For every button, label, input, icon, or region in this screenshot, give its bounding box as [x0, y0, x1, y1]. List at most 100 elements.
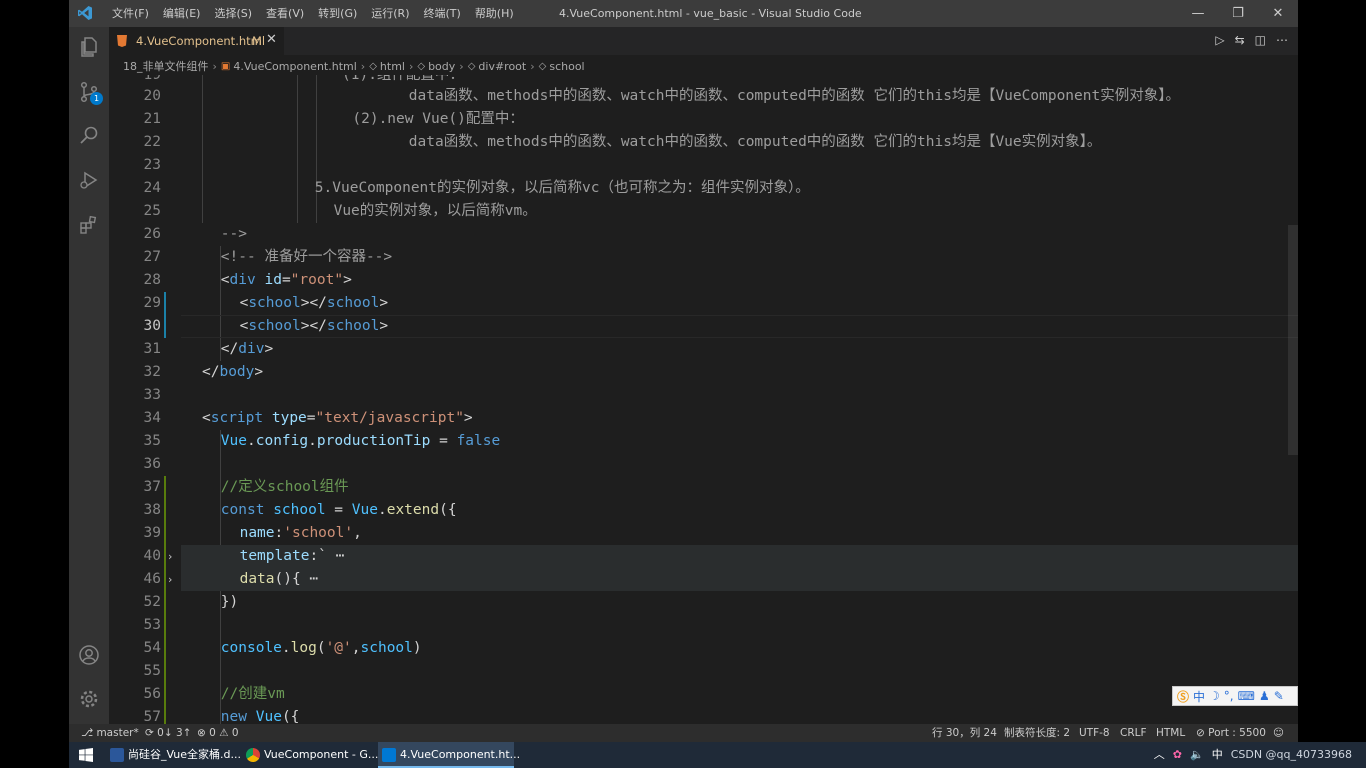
code-line[interactable]: <school></school> [240, 315, 388, 338]
split-editor-icon[interactable]: ◫ [1255, 33, 1266, 47]
menu-file[interactable]: 文件(F) [105, 0, 156, 27]
line-number: 34 [143, 410, 161, 426]
code-line[interactable]: Vue的实例对象，以后简称vm。 [334, 200, 537, 223]
code-line[interactable]: Vue.config.productionTip = false [221, 430, 500, 453]
line-number: 28 [143, 272, 161, 288]
tab-close-icon[interactable]: ✕ [266, 32, 277, 47]
tray-arrow-icon[interactable]: ︿ [1154, 742, 1165, 768]
code-editor[interactable]: 19 20 21 22 23 24 25 26 27 28 29 30 31 32 33 34 35 36 37 38… [109, 75, 1298, 724]
html-file-icon: ▣ [220, 60, 231, 72]
code-line[interactable]: data函数、methods中的函数、watch中的函数、computed中的函… [409, 131, 1102, 154]
code-line[interactable]: data(){ ⋯ [240, 568, 319, 591]
windows-taskbar: 尚硅谷_Vue全家桶.d... VueComponent - G... 4.Vu… [69, 742, 1366, 768]
tray-ime[interactable]: 中 [1212, 742, 1223, 768]
code-line[interactable]: <script type="text/javascript"> [202, 407, 473, 430]
code-line[interactable]: (2).new Vue()配置中： [352, 108, 524, 131]
code-line[interactable]: </div> [221, 338, 273, 361]
account-icon[interactable] [77, 643, 101, 667]
ime-toolbar[interactable]: Ⓢ 中 ☽ °, ⌨ ♟ ✎ [1172, 686, 1298, 706]
git-branch[interactable]: ⎇ master* [81, 724, 139, 742]
problems-status[interactable]: ⊗ 0 ⚠ 0 [197, 724, 239, 742]
taskbar-vscode[interactable]: 4.VueComponent.ht... [378, 742, 520, 768]
line-number: 31 [143, 341, 161, 357]
volume-icon[interactable]: 🔈 [1190, 742, 1204, 768]
tray-app-icon[interactable]: ✿ [1173, 742, 1182, 768]
menu-go[interactable]: 转到(G) [311, 0, 364, 27]
line-number: 52 [143, 594, 161, 610]
ime-settings-icon: ✎ [1273, 689, 1284, 703]
run-icon[interactable]: ▷ [1215, 33, 1224, 47]
indent-guide [297, 75, 298, 223]
ime-language[interactable]: 中 [1193, 688, 1205, 705]
menu-view[interactable]: 查看(V) [259, 0, 311, 27]
minimize-button[interactable]: — [1178, 0, 1218, 27]
line-number: 39 [143, 525, 161, 541]
code-line[interactable]: <!-- 准备好一个容器--> [221, 246, 392, 269]
breadcrumb-html[interactable]: html [380, 60, 405, 73]
word-icon [110, 748, 124, 762]
language-mode[interactable]: HTML [1156, 724, 1185, 742]
taskbar-word[interactable]: 尚硅谷_Vue全家桶.d... [106, 742, 241, 768]
menu-terminal[interactable]: 终端(T) [417, 0, 468, 27]
activity-bar: 1 [69, 27, 109, 724]
line-number: 46 [143, 571, 161, 587]
code-line[interactable]: data函数、methods中的函数、watch中的函数、computed中的函… [409, 85, 1180, 108]
encoding[interactable]: UTF-8 [1079, 724, 1110, 742]
indent-guide [316, 75, 317, 223]
code-line[interactable]: <school></school> [240, 292, 388, 315]
breadcrumb-div-root[interactable]: div#root [478, 60, 526, 73]
code-line[interactable]: }) [221, 591, 238, 614]
run-debug-icon[interactable] [77, 168, 101, 192]
line-number: 23 [143, 157, 161, 173]
settings-gear-icon[interactable] [77, 687, 101, 711]
code-line[interactable]: </body> [202, 361, 263, 384]
taskbar-chrome[interactable]: VueComponent - G... [242, 742, 378, 768]
line-number: 21 [143, 111, 161, 127]
code-line[interactable]: <div id="root"> [221, 269, 352, 292]
line-number: 37 [143, 479, 161, 495]
vertical-scrollbar[interactable] [1288, 225, 1298, 455]
extensions-icon[interactable] [77, 213, 101, 237]
element-icon: ◇ [417, 60, 426, 72]
menu-selection[interactable]: 选择(S) [207, 0, 259, 27]
start-button[interactable] [69, 742, 103, 768]
menu-help[interactable]: 帮助(H) [468, 0, 521, 27]
menu-edit[interactable]: 编辑(E) [156, 0, 208, 27]
code-line[interactable]: console.log('@',school) [221, 637, 422, 660]
tab-4-vuecomponent-html[interactable]: 4.VueComponent.html M ✕ [109, 27, 284, 55]
menu-run[interactable]: 运行(R) [364, 0, 416, 27]
source-control-icon[interactable]: 1 [77, 80, 103, 105]
ime-punct-icon: °, [1223, 689, 1234, 703]
code-line[interactable]: 5.VueComponent的实例对象，以后简称vc（也可称之为：组件实例对象）… [315, 177, 810, 200]
fold-chevron-icon[interactable]: › [168, 545, 172, 568]
search-icon[interactable] [77, 123, 101, 147]
breadcrumb-folder[interactable]: 18_非单文件组件 [123, 58, 209, 74]
sync-status[interactable]: ⟳ 0↓ 3↑ [145, 724, 191, 742]
code-line[interactable]: --> [221, 223, 247, 246]
restore-button[interactable]: ❐ [1218, 0, 1258, 27]
code-line[interactable]: //创建vm [221, 683, 285, 706]
more-actions-icon[interactable]: ⋯ [1276, 33, 1288, 47]
breadcrumb-file[interactable]: 4.VueComponent.html [233, 60, 356, 73]
live-server-port[interactable]: ⊘ Port : 5500 [1196, 724, 1266, 742]
cursor-position[interactable]: 行 30，列 24 [932, 724, 997, 742]
vscode-logo-icon[interactable] [77, 5, 93, 21]
line-ending[interactable]: CRLF [1120, 724, 1147, 742]
explorer-icon[interactable] [77, 35, 101, 59]
line-number: 32 [143, 364, 161, 380]
code-line[interactable]: new Vue({ [221, 706, 300, 724]
code-line[interactable]: const school = Vue.extend({ [221, 499, 457, 522]
breadcrumb-school[interactable]: school [549, 60, 584, 73]
code-line[interactable]: name:'school', [240, 522, 362, 545]
close-window-button[interactable]: ✕ [1258, 0, 1298, 27]
compare-icon[interactable]: ⇆ [1235, 33, 1245, 47]
feedback-icon[interactable]: ☺ [1273, 724, 1284, 742]
line-number: 36 [143, 456, 161, 472]
breadcrumb-body[interactable]: body [428, 60, 455, 73]
fold-chevron-icon[interactable]: › [168, 568, 172, 591]
tab-size[interactable]: 制表符长度: 2 [1004, 724, 1070, 742]
chrome-icon [246, 748, 260, 762]
code-line[interactable]: template:` ⋯ [240, 545, 345, 568]
code-line[interactable]: //定义school组件 [221, 476, 349, 499]
breadcrumb: 18_非单文件组件 › ▣ 4.VueComponent.html › ◇ ht… [109, 55, 1298, 75]
